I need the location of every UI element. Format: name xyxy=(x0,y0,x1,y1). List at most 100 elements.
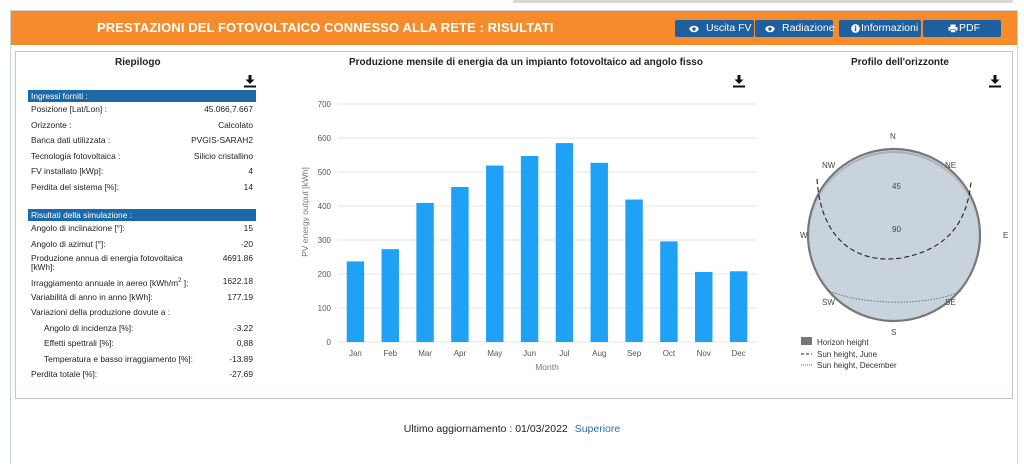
x-tick-label: Nov xyxy=(697,349,711,358)
y-tick-label: 300 xyxy=(318,236,332,245)
direction-e: E xyxy=(1003,231,1008,240)
row-value: 14 xyxy=(243,181,253,192)
y-tick-label: 700 xyxy=(318,100,332,109)
row-label: Orizzonte : xyxy=(31,119,72,130)
bar-jan[interactable] xyxy=(346,261,365,342)
bar-jun[interactable] xyxy=(520,156,539,342)
info-icon xyxy=(851,24,860,33)
summary-title: Riepilogo xyxy=(115,57,161,68)
pv-output-button[interactable]: Uscita FV xyxy=(675,20,754,37)
top-divider xyxy=(513,0,1013,3)
print-icon xyxy=(948,24,958,33)
pdf-button[interactable]: PDF xyxy=(923,20,1001,37)
row-value: 177.19 xyxy=(227,291,253,302)
bar-nov[interactable] xyxy=(695,271,713,342)
download-icon[interactable] xyxy=(988,74,1002,88)
row-value: Calcolato xyxy=(218,119,253,130)
row-label: Posizione [Lat/Lon] : xyxy=(31,104,107,114)
x-tick-label: Jul xyxy=(559,349,569,358)
table-row: Angolo di azimut [°]: -20 xyxy=(28,237,256,253)
bar-sep[interactable] xyxy=(625,199,643,342)
x-tick-label: Mar xyxy=(418,349,432,358)
direction-sw: SW xyxy=(822,298,835,307)
inputs-header: Ingressi forniti : xyxy=(28,90,256,102)
x-tick-label: Jan xyxy=(349,349,362,358)
direction-ne: NE xyxy=(945,161,956,170)
row-label: Tecnologia fotovoltaica : xyxy=(31,150,121,161)
info-label: Informazioni xyxy=(861,22,919,34)
y-tick-label: 200 xyxy=(318,270,332,279)
x-tick-label: Oct xyxy=(663,349,676,358)
chart-grid xyxy=(338,103,756,343)
page-footer: Ultimo aggiornamento : 01/03/2022 Superi… xyxy=(0,423,1024,435)
radiation-label: Radiazione xyxy=(782,22,835,34)
bar-dec[interactable] xyxy=(729,271,748,342)
download-icon[interactable] xyxy=(243,74,257,88)
row-label: Produzione annua di energia fotovoltaica… xyxy=(31,253,183,272)
row-label: Variazioni della produzione dovute a : xyxy=(31,307,171,317)
table-row: Variazioni della produzione dovute a : xyxy=(28,305,256,321)
row-value: 45.066,7.667 xyxy=(204,104,253,114)
table-row: Temperatura e basso irraggiamento [%]: -1… xyxy=(28,352,256,368)
irradiation-label: Irraggiamento annuale in aereo [kWh/m xyxy=(31,277,179,288)
y-axis-title: PV energy output [kWh] xyxy=(300,167,310,257)
legend-december: Sun height, December xyxy=(817,361,897,370)
bar-oct[interactable] xyxy=(660,241,678,342)
results-panel: PRESTAZIONI DEL FOTOVOLTAICO CONNESSO AL… xyxy=(10,10,1018,464)
table-row: Posizione [Lat/Lon] : 45.066,7.667 xyxy=(28,102,256,118)
monthly-bar-chart: 0 100 200 300 400 500 600 700 Jan Feb Mar Apr May Jun… xyxy=(300,100,756,370)
bar-aug[interactable] xyxy=(590,162,608,342)
table-row: Perdita totale [%]: -27.69 xyxy=(28,367,256,383)
chart-bars xyxy=(346,143,748,342)
bar-may[interactable] xyxy=(486,165,504,342)
table-row: Tecnologia fotovoltaica : Silicio cristal… xyxy=(28,149,256,165)
y-tick-label: 600 xyxy=(318,134,332,143)
x-tick-label: Jun xyxy=(523,349,536,358)
direction-w: W xyxy=(800,231,808,240)
direction-nw: NW xyxy=(822,161,836,170)
row-value: PVGIS-SARAH2 xyxy=(191,135,253,145)
table-row: Irraggiamento annuale in aereo [kWh/m2 ]… xyxy=(28,274,256,290)
x-tick-label: Feb xyxy=(383,349,397,358)
direction-se: SE xyxy=(945,298,956,307)
results-table: Risultati della simulazione : Angolo di … xyxy=(28,209,256,383)
row-label: FV installato [kWp]: xyxy=(31,166,104,176)
bar-mar[interactable] xyxy=(416,202,434,342)
direction-s: S xyxy=(891,328,896,337)
row-label: Temperatura e basso irraggiamento [%]: xyxy=(44,353,193,364)
row-value: -13.89 xyxy=(229,353,253,364)
row-value: 0,88 xyxy=(236,338,253,348)
results-header: Risultati della simulazione : xyxy=(28,209,256,221)
download-icon[interactable] xyxy=(732,74,746,88)
table-row: Produzione annua di energia fotovoltaica… xyxy=(28,252,256,274)
pv-output-label: Uscita FV xyxy=(706,22,752,34)
info-button[interactable]: Informazioni xyxy=(839,20,921,37)
row-value: -3.22 xyxy=(233,322,253,333)
table-row: FV installato [kWp]: 4 xyxy=(28,164,256,180)
bar-apr[interactable] xyxy=(451,186,469,342)
row-label: Perdita del sistema [%]: xyxy=(31,181,119,192)
horizon-title: Profilo dell'orizzonte xyxy=(851,57,949,68)
page-title: PRESTAZIONI DEL FOTOVOLTAICO CONNESSO AL… xyxy=(97,20,554,35)
table-row: Angolo di inclinazione [°]: 15 xyxy=(28,221,256,237)
row-label: Angolo di incidenza [%]: xyxy=(44,322,134,333)
eye-icon xyxy=(765,25,775,33)
back-to-top-link[interactable]: Superiore xyxy=(575,423,621,435)
legend-horizon: Horizon height xyxy=(817,338,869,347)
x-tick-label: Sep xyxy=(627,349,642,358)
row-value: 1622.18 xyxy=(222,276,253,286)
row-value: -27.69 xyxy=(229,369,253,379)
y-tick-label: 0 xyxy=(327,338,332,347)
radiation-button[interactable]: Radiazione xyxy=(755,20,835,37)
x-axis-title: Month xyxy=(535,362,559,370)
horizon-disc xyxy=(806,147,982,323)
bar-jul[interactable] xyxy=(555,143,574,342)
irradiation-label-end: ]: xyxy=(181,277,189,288)
y-tick-label: 500 xyxy=(318,168,332,177)
legend-horizon-swatch xyxy=(801,337,812,345)
direction-n: N xyxy=(890,132,896,141)
bar-feb[interactable] xyxy=(381,249,399,342)
ring-label-45: 45 xyxy=(892,182,901,191)
results-header: PRESTAZIONI DEL FOTOVOLTAICO CONNESSO AL… xyxy=(11,11,1017,45)
row-value: Silicio cristallino xyxy=(193,150,253,161)
